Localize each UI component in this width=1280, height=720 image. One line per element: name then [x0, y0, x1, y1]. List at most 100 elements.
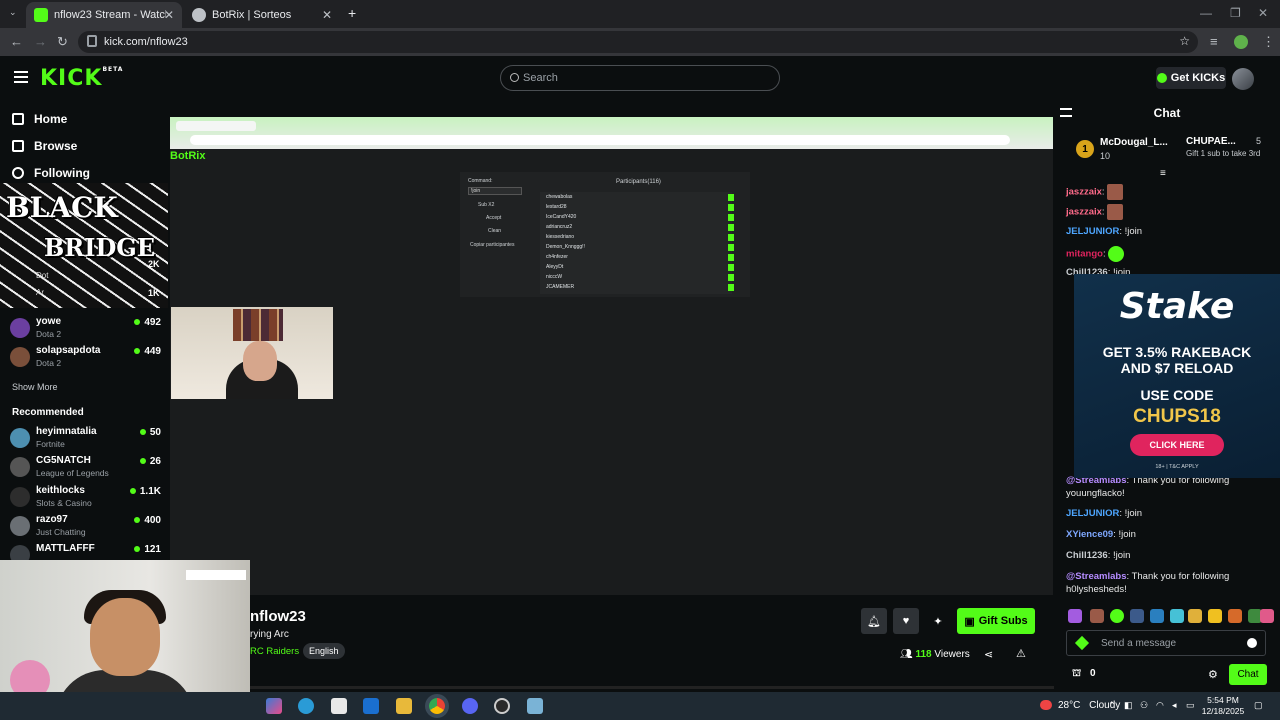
kick-gem-icon[interactable]: [1074, 635, 1090, 651]
collapse-chat-icon[interactable]: [1060, 108, 1072, 117]
chat-username[interactable]: Chill1236: [1066, 550, 1108, 561]
sidebar-channel[interactable]: yowe Dota 2 492: [10, 316, 165, 344]
tray-app-icon[interactable]: ◧: [1124, 700, 1133, 711]
chat-message-input[interactable]: Send a message: [1066, 630, 1266, 656]
emote-icon[interactable]: [1208, 609, 1222, 623]
click-here-button[interactable]: CLICK HERE: [1130, 434, 1224, 456]
second-gifter-name[interactable]: CHUPAE...: [1186, 136, 1236, 147]
restore-icon[interactable]: ❐: [1230, 6, 1241, 20]
search-input[interactable]: Search: [500, 65, 780, 91]
kicks-balance[interactable]: ⛫ 0: [1072, 668, 1096, 681]
clock-time: 5:54 PM: [1207, 695, 1239, 705]
emote-icon[interactable]: [1110, 609, 1124, 623]
home-icon: [12, 113, 24, 125]
command-label: Command:: [468, 178, 493, 184]
weather-icon: [1040, 700, 1052, 711]
category-link[interactable]: RC Raiders: [250, 646, 299, 657]
chrome-icon[interactable]: [429, 698, 445, 714]
browser-menu-icon[interactable]: ⋮: [1262, 34, 1275, 50]
wifi-icon[interactable]: ◠: [1156, 700, 1164, 711]
emote-icon[interactable]: [1150, 609, 1164, 623]
outlook-icon[interactable]: [363, 698, 379, 714]
close-tab-icon[interactable]: ✕: [322, 8, 332, 22]
new-tab-button[interactable]: +: [348, 5, 356, 21]
report-icon[interactable]: ⚠: [1016, 647, 1026, 660]
battery-icon[interactable]: ▭: [1186, 700, 1195, 711]
discord-icon[interactable]: [462, 698, 478, 714]
file-explorer-icon[interactable]: [396, 698, 412, 714]
chat-username[interactable]: XYience09: [1066, 529, 1113, 540]
volume-icon[interactable]: ◂: [1172, 700, 1177, 711]
gift-subs-button[interactable]: ▣ Gift Subs: [957, 608, 1035, 634]
stake-ad-overlay[interactable]: Stake GET 3.5% RAKEBACK AND $7 RELOAD US…: [1074, 274, 1280, 478]
app-icon[interactable]: [527, 698, 543, 714]
url-field[interactable]: kick.com/nflow23 ☆: [78, 31, 1198, 53]
obs-icon[interactable]: [494, 698, 510, 714]
sidebar-item-browse[interactable]: Browse: [12, 136, 77, 156]
system-clock[interactable]: 5:54 PM 12/18/2025: [1200, 695, 1246, 717]
sidebar-channel[interactable]: keithlocks Slots & Casino 1.1K: [10, 485, 165, 513]
close-tab-icon[interactable]: ✕: [164, 8, 174, 22]
chat-username[interactable]: jaszzaix: [1066, 207, 1102, 218]
user-avatar[interactable]: [1232, 68, 1254, 90]
gear-icon[interactable]: ⚙: [1208, 668, 1218, 681]
channel-name: heyimnatalia: [36, 426, 97, 437]
window-close-icon[interactable]: ✕: [1258, 6, 1268, 20]
tray-app-icon[interactable]: ⚇: [1140, 700, 1148, 711]
follow-heart-icon[interactable]: ♥: [893, 608, 919, 634]
language-tag[interactable]: English: [303, 643, 345, 659]
store-icon[interactable]: [331, 698, 347, 714]
emote-icon[interactable]: [1170, 609, 1184, 623]
show-more-link[interactable]: Show More: [12, 382, 58, 392]
menu-hamburger-icon[interactable]: [14, 71, 28, 83]
windows-taskbar: 28°C Cloudy ⌃ ◧ ⚇ ◠ ◂ ▭ 5:54 PM 12/18/20…: [0, 692, 1280, 720]
chat-username[interactable]: JELJUNIOR: [1066, 226, 1119, 237]
sidebar-channel[interactable]: razo97 Just Chatting 400: [10, 514, 165, 542]
media-control-icon[interactable]: ≡: [1210, 34, 1218, 49]
chat-username[interactable]: mitango: [1066, 249, 1103, 260]
send-chat-button[interactable]: Chat: [1229, 664, 1267, 685]
expand-chevron-icon[interactable]: ≡: [1160, 168, 1166, 179]
get-kicks-button[interactable]: Get KICKs: [1156, 67, 1226, 89]
profile-icon[interactable]: [1234, 35, 1248, 49]
minimize-icon[interactable]: —: [1200, 6, 1212, 20]
kick-logo[interactable]: KICKBETA: [40, 66, 123, 91]
sidebar-channel[interactable]: heyimnatalia Fortnite 50: [10, 426, 165, 454]
chat-username[interactable]: @Streamlabs: [1066, 571, 1126, 582]
emote-icon[interactable]: [1068, 609, 1082, 623]
channel-title[interactable]: nflow23: [250, 608, 306, 625]
chat-message: @Streamlabs: Thank you for following h0l…: [1066, 571, 1230, 595]
emote-icon[interactable]: [1090, 609, 1104, 623]
site-info-icon[interactable]: [87, 35, 97, 47]
sidebar-item-home[interactable]: Home: [12, 109, 67, 129]
channel-avatar: [10, 457, 30, 477]
tab-list-chevron-icon[interactable]: ⌄: [9, 7, 17, 18]
notification-bell-icon[interactable]: 🔔︎: [861, 608, 887, 634]
chat-username[interactable]: jaszzaix: [1066, 187, 1102, 198]
forward-icon[interactable]: →: [34, 34, 47, 49]
sidebar-channel[interactable]: CG5NATCH League of Legends 26: [10, 455, 165, 483]
sidebar-item-following[interactable]: Following: [12, 163, 90, 183]
tab-kick-stream[interactable]: nflow23 Stream - Watch Live on ✕: [26, 2, 182, 28]
tray-chevron-icon[interactable]: ⌃: [1108, 700, 1116, 711]
channel-game: Dota 2: [36, 329, 62, 339]
tab-botrix[interactable]: BotRix | Sorteos ✕: [184, 2, 340, 28]
emote-icon[interactable]: [1260, 609, 1274, 623]
emote-icon[interactable]: [1228, 609, 1242, 623]
emote-icon[interactable]: [1188, 609, 1202, 623]
emote-icon[interactable]: [1130, 609, 1144, 623]
chat-username[interactable]: JELJUNIOR: [1066, 508, 1119, 519]
share-icon[interactable]: ⋖: [984, 648, 993, 661]
back-icon[interactable]: ←: [10, 34, 23, 49]
top-gifter-name[interactable]: McDougal_L...: [1100, 137, 1168, 148]
notification-icon[interactable]: ▢: [1254, 700, 1263, 711]
sidebar-channel[interactable]: solapsapdota Dota 2 449: [10, 345, 165, 373]
page-scrollbar[interactable]: [170, 686, 1054, 689]
logo-text: KICK: [40, 66, 103, 91]
edge-icon[interactable]: [298, 698, 314, 714]
copilot-icon[interactable]: [266, 698, 282, 714]
emoji-picker-icon[interactable]: [1247, 638, 1257, 648]
sparkle-icon[interactable]: ✦: [925, 608, 951, 634]
reload-icon[interactable]: ↻: [57, 34, 68, 50]
bookmark-star-icon[interactable]: ☆: [1179, 34, 1190, 48]
